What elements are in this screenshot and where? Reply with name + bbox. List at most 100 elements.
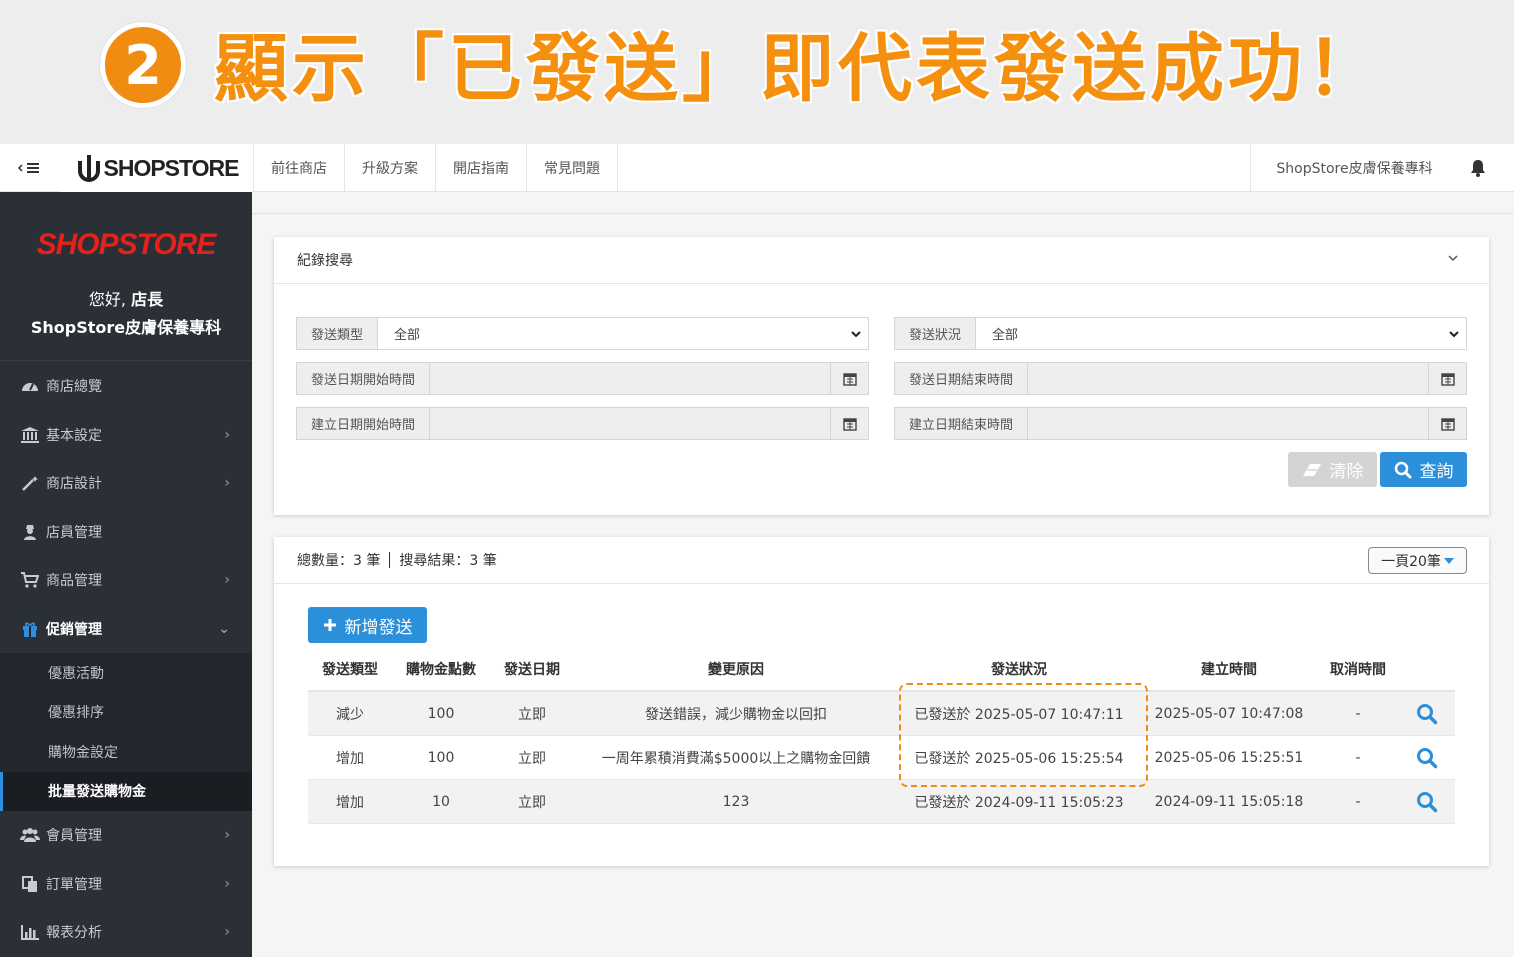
calendar-button[interactable]: [1428, 363, 1466, 394]
sidebar-menu: 商店總覽 基本設定 › 商店設計 › 店員管理 商品管理 › 促銷管理 ⌄ 優惠…: [0, 362, 252, 957]
sidebar-item-label: 訂單管理: [46, 876, 102, 893]
chevron-down-icon[interactable]: [1447, 252, 1459, 268]
store-name-menu[interactable]: ShopStore皮膚保養專科: [1250, 144, 1458, 192]
bell-icon: [1471, 160, 1485, 177]
send-status-select[interactable]: 全部: [976, 318, 1466, 349]
column-header[interactable]: 建立時間: [1140, 648, 1318, 690]
view-detail-button[interactable]: [1398, 692, 1455, 735]
promotions-submenu: 優惠活動 優惠排序 購物金設定 批量發送購物金: [0, 653, 252, 811]
search-panel-header[interactable]: 紀錄搜尋: [274, 237, 1489, 284]
search-icon: [1416, 703, 1437, 724]
sidebar-item-store-design[interactable]: 商店設計 ›: [0, 459, 252, 508]
notification-button[interactable]: [1466, 156, 1490, 180]
chevron-down-icon: [1448, 328, 1460, 344]
column-header[interactable]: 發送日期: [490, 648, 574, 690]
sidebar-item-label: 店員管理: [46, 524, 102, 541]
view-detail-button[interactable]: [1398, 736, 1455, 779]
send-records-table: 發送類型 購物金點數 發送日期 變更原因 發送狀況 建立時間 取消時間 減少 1…: [308, 648, 1455, 824]
sidebar-item-label: 基本設定: [46, 427, 102, 444]
calendar-button[interactable]: [830, 363, 868, 394]
submenu-item-offer-order[interactable]: 優惠排序: [0, 693, 252, 733]
greeting: 您好, 店長: [0, 286, 252, 310]
copy-icon: [20, 875, 40, 893]
column-header[interactable]: 變更原因: [574, 648, 898, 690]
clear-button[interactable]: 清除: [1288, 452, 1377, 487]
chevron-right-icon: ›: [224, 426, 230, 443]
calendar-icon: [1440, 372, 1455, 386]
sidebar-item-products[interactable]: 商品管理 ›: [0, 556, 252, 605]
create-end-label: 建立日期結束時間: [895, 408, 1029, 439]
submenu-item-bulk-credit[interactable]: 批量發送購物金: [0, 771, 252, 811]
send-type-filter: 發送類型 全部: [296, 317, 869, 350]
submenu-item-offers[interactable]: 優惠活動: [0, 653, 252, 693]
cart-icon: [20, 571, 40, 589]
column-header[interactable]: 取消時間: [1318, 648, 1398, 690]
step-number-badge: 2: [100, 22, 186, 108]
query-button[interactable]: 查詢: [1380, 452, 1467, 487]
banner-title: 顯示「已發送」即代表發送成功！: [213, 25, 1384, 113]
send-type-label: 發送類型: [297, 318, 379, 349]
sidebar-item-label: 報表分析: [46, 925, 102, 942]
table-row: 增加 10 立即 123 已發送於 2024-09-11 15:05:23 20…: [308, 780, 1455, 824]
submenu-item-credit-settings[interactable]: 購物金設定: [0, 732, 252, 772]
column-header[interactable]: 購物金點數: [392, 648, 490, 690]
nav-upgrade[interactable]: 升級方案: [344, 144, 435, 192]
cell-created: 2025-05-07 10:47:08: [1154, 705, 1304, 722]
dashboard-icon: [20, 377, 40, 395]
chevron-right-icon: ›: [224, 827, 230, 844]
create-start-date-filter: 建立日期開始時間: [296, 407, 869, 440]
per-page-select[interactable]: 一頁20筆: [1368, 547, 1467, 574]
sidebar-item-label: 商品管理: [46, 573, 102, 590]
sidebar-logo-text: SHOPSTORE: [36, 228, 217, 261]
create-end-date-input[interactable]: [1028, 408, 1428, 439]
sidebar-item-basic-settings[interactable]: 基本設定 ›: [0, 411, 252, 460]
nav-guide[interactable]: 開店指南: [435, 144, 526, 192]
sidebar-item-label: 商店總覽: [46, 379, 102, 396]
send-end-date-input[interactable]: [1028, 363, 1428, 394]
send-type-select[interactable]: 全部: [378, 318, 868, 349]
send-start-label: 發送日期開始時間: [297, 363, 431, 394]
search-panel-title: 紀錄搜尋: [297, 253, 353, 269]
calendar-button[interactable]: [830, 408, 868, 439]
create-start-date-input[interactable]: [430, 408, 830, 439]
add-send-button[interactable]: 新增發送: [308, 607, 427, 643]
chevron-down-icon: [850, 328, 862, 344]
sidebar-item-orders[interactable]: 訂單管理 ›: [0, 860, 252, 909]
chevron-right-icon: ›: [224, 572, 230, 589]
sidebar-item-promotions[interactable]: 促銷管理 ⌄: [0, 605, 252, 654]
sidebar-item-label: 商店設計: [46, 476, 102, 493]
sidebar-item-members[interactable]: 會員管理 ›: [0, 811, 252, 860]
sidebar-item-overview[interactable]: 商店總覽: [0, 362, 252, 411]
bank-icon: [20, 426, 40, 444]
sidebar-toggle-button[interactable]: [0, 144, 60, 192]
send-start-date-input[interactable]: [430, 363, 830, 394]
send-end-date-filter: 發送日期結束時間: [894, 362, 1467, 395]
shopstore-logo[interactable]: SHOPSTORE: [60, 144, 252, 192]
sidebar-store-name: ShopStore皮膚保養專科: [30, 318, 222, 337]
sidebar-item-reports[interactable]: 報表分析 ›: [0, 908, 252, 957]
gift-icon: [20, 620, 40, 638]
calendar-button[interactable]: [1428, 408, 1466, 439]
column-header[interactable]: 發送類型: [308, 648, 392, 690]
sidebar-divider: [0, 360, 252, 361]
view-detail-button[interactable]: [1398, 780, 1455, 823]
cell-cancelled: -: [1355, 793, 1361, 810]
caret-down-icon: [1443, 557, 1454, 564]
logo-text: SHOPSTORE: [103, 154, 240, 181]
cell-points: 100: [427, 705, 455, 722]
query-label: 查詢: [1419, 462, 1454, 482]
create-start-label: 建立日期開始時間: [297, 408, 431, 439]
send-status-label: 發送狀況: [895, 318, 977, 349]
sidebar-item-label: 促銷管理: [46, 621, 102, 638]
magic-wand-icon: [20, 474, 40, 492]
sidebar-item-staff[interactable]: 店員管理: [0, 508, 252, 557]
menu-toggle-icon: [17, 163, 39, 173]
cell-type: 減少: [336, 706, 364, 723]
top-navbar: SHOPSTORE 前往商店 升級方案 開店指南 常見問題 ShopStore皮…: [0, 144, 1514, 192]
cell-reason: 123: [722, 793, 750, 810]
per-page-value: 一頁20筆: [1381, 553, 1441, 570]
user-role: 店長: [131, 290, 164, 309]
nav-go-store[interactable]: 前往商店: [253, 144, 344, 192]
table-header-row: 發送類型 購物金點數 發送日期 變更原因 發送狀況 建立時間 取消時間: [308, 648, 1455, 692]
nav-faq[interactable]: 常見問題: [526, 144, 618, 192]
